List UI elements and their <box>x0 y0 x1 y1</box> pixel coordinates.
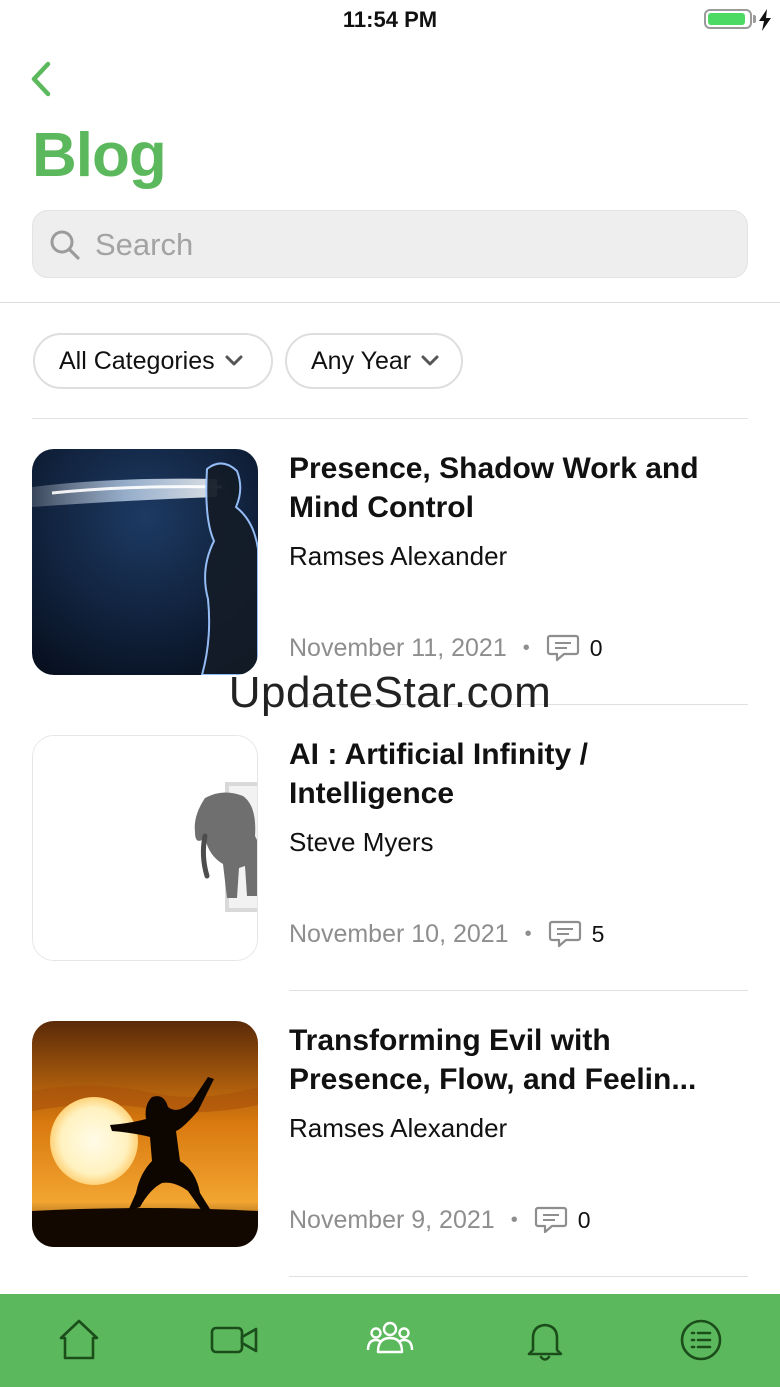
blog-post-item[interactable]: Presence, Shadow Work and Mind Control R… <box>0 449 780 735</box>
comment-count: 5 <box>591 920 605 947</box>
comment-count: 0 <box>577 1206 591 1233</box>
post-meta: November 10, 2021 • 5 <box>289 918 604 950</box>
post-title: Transforming Evil with Presence, Flow, a… <box>289 1021 739 1099</box>
comment-icon <box>546 634 579 662</box>
post-author: Ramses Alexander <box>289 541 508 571</box>
post-title-line: Mind Control <box>289 491 474 524</box>
post-title-line: Transforming Evil with <box>289 1024 611 1057</box>
post-divider <box>289 704 748 705</box>
comment-count: 0 <box>589 634 603 661</box>
tab-home[interactable] <box>55 1316 103 1364</box>
post-meta: November 11, 2021 • 0 <box>289 632 603 664</box>
tab-groups[interactable] <box>366 1316 414 1364</box>
post-title-line: AI : Artificial Infinity / <box>289 738 588 771</box>
meta-separator: • <box>524 922 532 945</box>
post-author: Ramses Alexander <box>289 1113 508 1143</box>
comment-icon <box>534 1206 567 1234</box>
year-filter-label: Any Year <box>311 346 412 375</box>
meta-separator: • <box>522 636 530 659</box>
post-divider <box>289 1276 748 1277</box>
search-icon <box>50 230 80 260</box>
post-author: Steve Myers <box>289 827 434 857</box>
post-meta: November 9, 2021 • 0 <box>289 1204 591 1236</box>
battery-level <box>708 13 745 25</box>
post-title: AI : Artificial Infinity / Intelligence <box>289 735 739 813</box>
back-button[interactable] <box>24 58 64 102</box>
chevron-down-icon <box>225 355 243 366</box>
groups-icon <box>366 1321 414 1354</box>
post-divider <box>289 990 748 991</box>
post-date: November 11, 2021 <box>289 633 507 662</box>
battery-cap <box>753 15 756 23</box>
comment-icon <box>548 920 581 948</box>
charging-bolt-icon <box>759 9 771 31</box>
header-divider <box>0 302 780 303</box>
post-thumbnail <box>32 735 258 961</box>
post-thumbnail <box>32 449 258 675</box>
tab-notifications[interactable] <box>521 1316 569 1364</box>
menu-icon <box>680 1319 722 1361</box>
chevron-down-icon <box>421 355 439 366</box>
meta-separator: • <box>510 1208 518 1231</box>
post-title-line: Intelligence <box>289 777 455 810</box>
status-bar: 11:54 PM <box>0 0 780 40</box>
notifications-icon <box>527 1323 563 1361</box>
tab-menu[interactable] <box>677 1316 725 1364</box>
post-date: November 10, 2021 <box>289 919 509 948</box>
battery-icon <box>704 9 752 29</box>
search-input[interactable] <box>95 223 725 267</box>
post-thumbnail <box>32 1021 258 1247</box>
home-icon <box>59 1319 99 1360</box>
blog-post-item[interactable]: Transforming Evil with Presence, Flow, a… <box>0 1021 780 1307</box>
post-title-line: Presence, Flow, and Feelin... <box>289 1063 697 1096</box>
video-icon <box>210 1326 258 1354</box>
filter-divider <box>32 418 748 419</box>
search-bar[interactable] <box>32 210 748 278</box>
post-date: November 9, 2021 <box>289 1205 495 1234</box>
post-title-line: Presence, Shadow Work and <box>289 452 699 485</box>
tab-video[interactable] <box>210 1316 258 1364</box>
year-filter[interactable]: Any Year <box>285 333 463 389</box>
page-title: Blog <box>32 121 167 190</box>
post-title: Presence, Shadow Work and Mind Control <box>289 449 739 527</box>
status-time: 11:54 PM <box>342 7 438 32</box>
blog-post-item[interactable]: AI : Artificial Infinity / Intelligence … <box>0 735 780 1021</box>
chevron-left-icon <box>31 61 51 97</box>
category-filter-label: All Categories <box>59 346 215 375</box>
category-filter[interactable]: All Categories <box>33 333 273 389</box>
bottom-tab-bar <box>0 1294 780 1387</box>
